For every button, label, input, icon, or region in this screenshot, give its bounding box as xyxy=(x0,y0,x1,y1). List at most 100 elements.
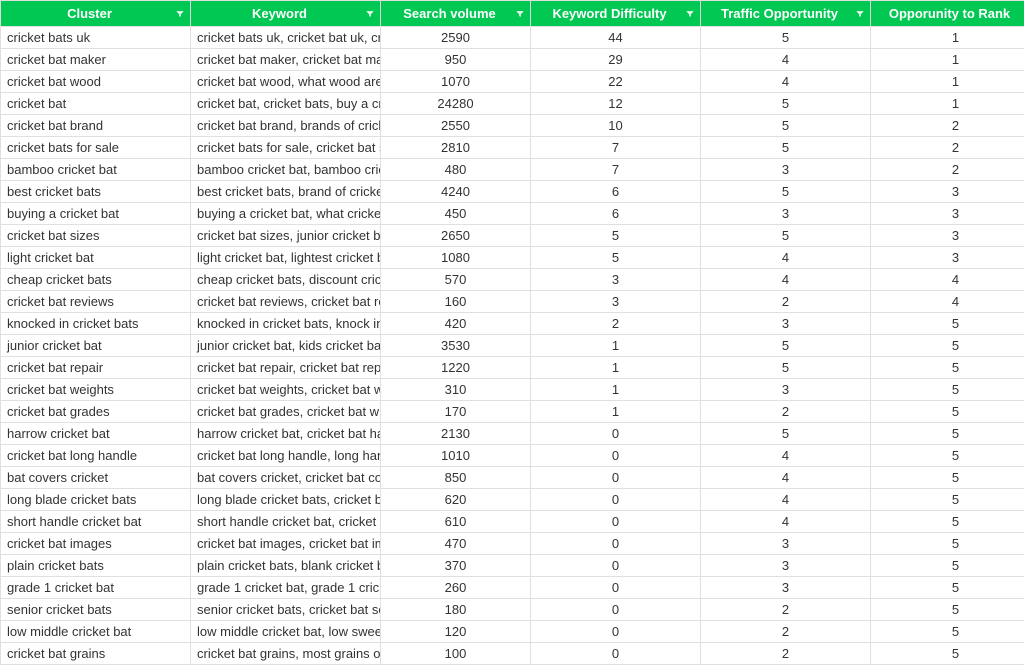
cell-volume[interactable]: 620 xyxy=(381,489,531,511)
cell-rank[interactable]: 3 xyxy=(871,247,1024,269)
cell-keyword[interactable]: cricket bat wood, what wood are xyxy=(191,71,381,93)
cell-keyword[interactable]: buying a cricket bat, what cricket xyxy=(191,203,381,225)
cell-keyword[interactable]: low middle cricket bat, low swee xyxy=(191,621,381,643)
cell-keyword[interactable]: grade 1 cricket bat, grade 1 cricke xyxy=(191,577,381,599)
cell-keyword[interactable]: bamboo cricket bat, bamboo crick xyxy=(191,159,381,181)
cell-keyword[interactable]: cricket bat grades, cricket bat will xyxy=(191,401,381,423)
cell-rank[interactable]: 5 xyxy=(871,511,1024,533)
cell-cluster[interactable]: plain cricket bats xyxy=(1,555,191,577)
cell-difficulty[interactable]: 1 xyxy=(531,335,701,357)
cell-opportunity[interactable]: 4 xyxy=(701,49,871,71)
cell-keyword[interactable]: cricket bat repair, cricket bat repa xyxy=(191,357,381,379)
cell-difficulty[interactable]: 22 xyxy=(531,71,701,93)
cell-rank[interactable]: 3 xyxy=(871,181,1024,203)
cell-cluster[interactable]: buying a cricket bat xyxy=(1,203,191,225)
cell-opportunity[interactable]: 3 xyxy=(701,379,871,401)
cell-difficulty[interactable]: 0 xyxy=(531,467,701,489)
cell-opportunity[interactable]: 2 xyxy=(701,599,871,621)
cell-keyword[interactable]: cricket bat reviews, cricket bat rev xyxy=(191,291,381,313)
filter-icon[interactable] xyxy=(854,8,866,20)
cell-rank[interactable]: 5 xyxy=(871,313,1024,335)
cell-difficulty[interactable]: 6 xyxy=(531,203,701,225)
cell-volume[interactable]: 2550 xyxy=(381,115,531,137)
cell-volume[interactable]: 170 xyxy=(381,401,531,423)
cell-rank[interactable]: 5 xyxy=(871,445,1024,467)
cell-cluster[interactable]: knocked in cricket bats xyxy=(1,313,191,335)
col-header-rank[interactable]: Opporunity to Rank xyxy=(871,1,1024,27)
cell-cluster[interactable]: cricket bats for sale xyxy=(1,137,191,159)
cell-cluster[interactable]: cricket bat maker xyxy=(1,49,191,71)
cell-rank[interactable]: 5 xyxy=(871,643,1024,665)
cell-difficulty[interactable]: 0 xyxy=(531,489,701,511)
cell-rank[interactable]: 3 xyxy=(871,225,1024,247)
cell-rank[interactable]: 1 xyxy=(871,93,1024,115)
cell-opportunity[interactable]: 2 xyxy=(701,643,871,665)
cell-cluster[interactable]: bamboo cricket bat xyxy=(1,159,191,181)
filter-icon[interactable] xyxy=(364,8,376,20)
cell-rank[interactable]: 1 xyxy=(871,49,1024,71)
cell-cluster[interactable]: cricket bat long handle xyxy=(1,445,191,467)
cell-cluster[interactable]: light cricket bat xyxy=(1,247,191,269)
cell-opportunity[interactable]: 3 xyxy=(701,555,871,577)
cell-opportunity[interactable]: 5 xyxy=(701,225,871,247)
cell-difficulty[interactable]: 0 xyxy=(531,445,701,467)
cell-rank[interactable]: 1 xyxy=(871,71,1024,93)
cell-difficulty[interactable]: 29 xyxy=(531,49,701,71)
cell-keyword[interactable]: plain cricket bats, blank cricket ba xyxy=(191,555,381,577)
cell-volume[interactable]: 470 xyxy=(381,533,531,555)
cell-difficulty[interactable]: 0 xyxy=(531,533,701,555)
filter-icon[interactable] xyxy=(514,8,526,20)
filter-icon[interactable] xyxy=(174,8,186,20)
cell-cluster[interactable]: cricket bat brand xyxy=(1,115,191,137)
cell-opportunity[interactable]: 5 xyxy=(701,423,871,445)
cell-rank[interactable]: 5 xyxy=(871,357,1024,379)
cell-rank[interactable]: 2 xyxy=(871,115,1024,137)
cell-volume[interactable]: 100 xyxy=(381,643,531,665)
cell-cluster[interactable]: short handle cricket bat xyxy=(1,511,191,533)
cell-keyword[interactable]: senior cricket bats, cricket bat ser xyxy=(191,599,381,621)
cell-keyword[interactable]: cricket bat long handle, long hand xyxy=(191,445,381,467)
col-header-volume[interactable]: Search volume xyxy=(381,1,531,27)
cell-volume[interactable]: 450 xyxy=(381,203,531,225)
cell-volume[interactable]: 950 xyxy=(381,49,531,71)
cell-keyword[interactable]: best cricket bats, brand of cricket xyxy=(191,181,381,203)
cell-cluster[interactable]: cricket bats uk xyxy=(1,27,191,49)
cell-keyword[interactable]: cricket bat grains, most grains on xyxy=(191,643,381,665)
cell-keyword[interactable]: cheap cricket bats, discount cricke xyxy=(191,269,381,291)
cell-difficulty[interactable]: 0 xyxy=(531,423,701,445)
col-header-opportunity[interactable]: Traffic Opportunity xyxy=(701,1,871,27)
cell-opportunity[interactable]: 3 xyxy=(701,203,871,225)
cell-keyword[interactable]: long blade cricket bats, cricket ba xyxy=(191,489,381,511)
cell-volume[interactable]: 480 xyxy=(381,159,531,181)
cell-cluster[interactable]: cricket bat xyxy=(1,93,191,115)
cell-rank[interactable]: 5 xyxy=(871,621,1024,643)
cell-opportunity[interactable]: 5 xyxy=(701,27,871,49)
cell-rank[interactable]: 5 xyxy=(871,599,1024,621)
cell-volume[interactable]: 24280 xyxy=(381,93,531,115)
cell-volume[interactable]: 310 xyxy=(381,379,531,401)
cell-opportunity[interactable]: 4 xyxy=(701,71,871,93)
cell-cluster[interactable]: long blade cricket bats xyxy=(1,489,191,511)
cell-volume[interactable]: 120 xyxy=(381,621,531,643)
cell-volume[interactable]: 2590 xyxy=(381,27,531,49)
cell-opportunity[interactable]: 5 xyxy=(701,137,871,159)
cell-difficulty[interactable]: 2 xyxy=(531,313,701,335)
cell-difficulty[interactable]: 0 xyxy=(531,577,701,599)
cell-rank[interactable]: 5 xyxy=(871,555,1024,577)
cell-difficulty[interactable]: 7 xyxy=(531,137,701,159)
cell-volume[interactable]: 1010 xyxy=(381,445,531,467)
cell-cluster[interactable]: cricket bat repair xyxy=(1,357,191,379)
cell-volume[interactable]: 260 xyxy=(381,577,531,599)
cell-keyword[interactable]: cricket bat images, cricket bat ima xyxy=(191,533,381,555)
cell-keyword[interactable]: cricket bat brand, brands of cricke xyxy=(191,115,381,137)
cell-opportunity[interactable]: 5 xyxy=(701,357,871,379)
cell-opportunity[interactable]: 3 xyxy=(701,313,871,335)
cell-opportunity[interactable]: 4 xyxy=(701,445,871,467)
cell-rank[interactable]: 5 xyxy=(871,401,1024,423)
cell-opportunity[interactable]: 3 xyxy=(701,533,871,555)
cell-volume[interactable]: 1080 xyxy=(381,247,531,269)
cell-difficulty[interactable]: 1 xyxy=(531,357,701,379)
cell-difficulty[interactable]: 0 xyxy=(531,621,701,643)
cell-volume[interactable]: 370 xyxy=(381,555,531,577)
cell-cluster[interactable]: cricket bat reviews xyxy=(1,291,191,313)
